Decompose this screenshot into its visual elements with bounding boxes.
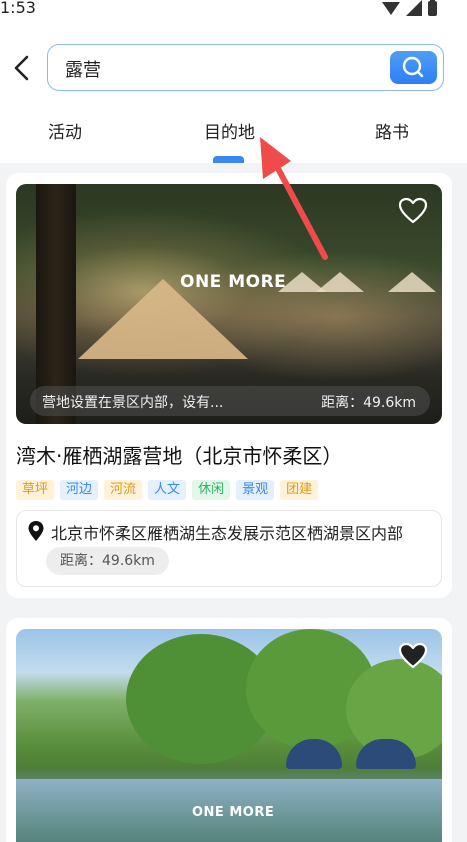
card-image: ONE MORE 营地设置在景区内部，设有... 距离：49.6km [16,184,442,424]
tab-bar: 活动 目的地 路书 [0,116,467,163]
tag: 团建 [280,480,319,500]
status-icons [382,0,437,16]
image-caption: 营地设置在景区内部，设有... 距离：49.6km [30,386,430,416]
address-text: 北京市怀柔区雁栖湖生态发展示范区栖湖景区内部 [51,524,404,543]
image-brand-text: ONE MORE [192,805,275,820]
search-icon [402,56,424,78]
tab-activity[interactable]: 活动 [48,118,82,143]
distance-badge: 距离：49.6km [46,547,169,575]
image-tent-small [388,272,436,292]
battery-icon [428,0,437,16]
tab-destination[interactable]: 目的地 [204,118,255,143]
status-bar: 1:53 [0,0,467,20]
search-box[interactable]: 露营 [47,44,444,91]
location-pin-icon [28,521,44,541]
tag: 休闲 [192,480,231,500]
search-button[interactable] [390,51,437,84]
header: 露营 活动 目的地 路书 [0,20,467,163]
destination-card[interactable]: ONE MORE 营地设置在景区内部，设有... 距离：49.6km 湾木·雁栖… [6,173,452,598]
image-caption-text: 营地设置在景区内部，设有... [42,395,224,411]
favorite-button[interactable] [398,197,428,225]
tag-list: 草坪 河边 河流 人文 休闲 景观 团建 [16,480,319,500]
destination-card[interactable]: ONE MORE [6,618,452,842]
favorite-button[interactable] [398,642,428,670]
heart-icon [398,197,428,224]
status-time: 1:53 [0,0,36,17]
tab-roadbook[interactable]: 路书 [375,118,409,143]
signal-icon [406,0,422,16]
back-button[interactable] [10,52,34,84]
heart-icon [398,642,428,669]
tag: 景观 [236,480,275,500]
image-distance: 距离：49.6km [321,395,416,411]
image-brand-text: ONE MORE [180,272,287,292]
tag: 河流 [104,480,143,500]
tag: 人文 [148,480,187,500]
active-tab-indicator [213,156,244,163]
chevron-left-icon [14,55,29,81]
image-tent-small [316,272,364,292]
card-image: ONE MORE [16,629,442,842]
tag: 河边 [60,480,99,500]
address-box[interactable]: 北京市怀柔区雁栖湖生态发展示范区栖湖景区内部 距离：49.6km [16,510,442,587]
search-input[interactable]: 露营 [65,56,101,82]
wifi-icon [382,1,400,15]
card-title[interactable]: 湾木·雁栖湖露营地（北京市怀柔区） [16,440,342,469]
tag: 草坪 [16,480,55,500]
